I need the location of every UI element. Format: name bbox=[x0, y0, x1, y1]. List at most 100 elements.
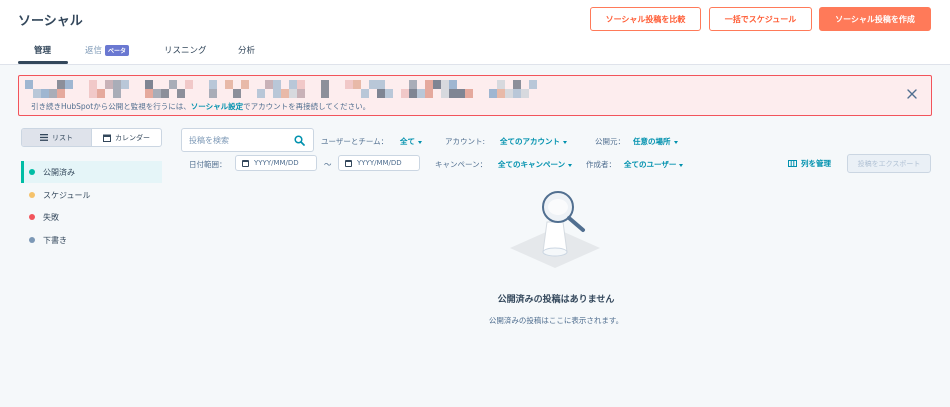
beta-badge: ベータ bbox=[105, 44, 130, 56]
redacted-pixel bbox=[225, 89, 233, 98]
redacted-pixel bbox=[465, 89, 473, 98]
search-input[interactable] bbox=[182, 129, 292, 151]
date-separator: 〜 bbox=[324, 160, 332, 169]
redacted-pixel bbox=[417, 89, 425, 98]
sidebar-item-label: 失敗 bbox=[43, 212, 59, 222]
tab-analytics[interactable]: 分析 bbox=[238, 44, 255, 56]
campaign-filter-label: キャンペーン： bbox=[435, 160, 488, 169]
page-title: ソーシャル bbox=[18, 14, 83, 29]
sidebar-item-failed[interactable]: 失敗 bbox=[21, 206, 162, 228]
redacted-pixel bbox=[433, 89, 441, 98]
list-view-button[interactable]: リスト bbox=[22, 129, 91, 146]
manage-columns-button[interactable]: 列を管理 bbox=[788, 158, 831, 169]
bulk-schedule-button[interactable]: 一括でスケジュール bbox=[709, 7, 812, 31]
redacted-pixel bbox=[385, 80, 393, 89]
search-box bbox=[181, 128, 314, 152]
columns-icon bbox=[788, 160, 797, 167]
sidebar-item-scheduled[interactable]: スケジュール bbox=[21, 184, 162, 206]
create-post-button[interactable]: ソーシャル投稿を作成 bbox=[819, 7, 931, 31]
tab-replies-label: 返信 bbox=[85, 46, 103, 56]
social-settings-link[interactable]: ソーシャル設定 bbox=[191, 102, 243, 111]
redacted-pixel bbox=[377, 89, 385, 98]
redacted-pixel bbox=[305, 89, 313, 98]
users-filter-dropdown[interactable]: 全て bbox=[400, 136, 422, 147]
account-filter-label: アカウント: bbox=[445, 137, 486, 146]
redacted-pixel bbox=[281, 89, 289, 98]
publish-filter-value: 任意の場所 bbox=[633, 137, 671, 146]
users-filter-label: ユーザーとチーム： bbox=[321, 137, 389, 146]
redacted-pixel bbox=[329, 89, 337, 98]
tab-replies[interactable]: 返信 ベータ bbox=[85, 44, 130, 56]
redacted-pixel bbox=[489, 89, 497, 98]
export-posts-button[interactable]: 投稿をエクスポート bbox=[847, 154, 931, 173]
chevron-down-icon bbox=[563, 140, 567, 144]
redacted-pixel bbox=[425, 80, 433, 89]
redacted-pixel bbox=[289, 80, 297, 89]
redacted-pixel bbox=[145, 89, 153, 98]
redacted-pixel bbox=[353, 89, 361, 98]
manage-columns-label: 列を管理 bbox=[801, 159, 831, 168]
redacted-pixel bbox=[417, 80, 425, 89]
account-filter-dropdown[interactable]: 全てのアカウント bbox=[500, 136, 567, 147]
campaign-filter-dropdown[interactable]: 全てのキャンペーン bbox=[498, 159, 573, 170]
redacted-pixel bbox=[345, 80, 353, 89]
redacted-pixel bbox=[105, 89, 113, 98]
redacted-pixel bbox=[409, 80, 417, 89]
tab-listening[interactable]: リスニング bbox=[164, 44, 207, 56]
redacted-pixel bbox=[465, 80, 473, 89]
publish-filter-dropdown[interactable]: 任意の場所 bbox=[633, 136, 678, 147]
redacted-pixel bbox=[369, 89, 377, 98]
calendar-icon bbox=[103, 134, 111, 142]
sidebar-item-drafts[interactable]: 下書き bbox=[21, 229, 162, 251]
search-icon[interactable] bbox=[294, 135, 305, 146]
redacted-pixel bbox=[449, 80, 457, 89]
redacted-pixel bbox=[81, 89, 89, 98]
chevron-down-icon bbox=[418, 140, 422, 144]
redacted-pixel bbox=[473, 89, 481, 98]
redacted-pixel bbox=[169, 80, 177, 89]
redacted-pixel bbox=[265, 89, 273, 98]
close-icon[interactable] bbox=[906, 88, 918, 100]
redacted-pixel bbox=[129, 89, 137, 98]
redacted-pixel bbox=[177, 89, 185, 98]
tab-manage-label: 管理 bbox=[34, 46, 52, 56]
redacted-pixel bbox=[521, 80, 529, 89]
calendar-view-button[interactable]: カレンダー bbox=[91, 129, 161, 146]
chevron-down-icon bbox=[673, 140, 678, 144]
redacted-pixel bbox=[329, 80, 337, 89]
reconnect-alert-banner: 引き続きHubSpotから公開と監視を行うには、ソーシャル設定でアカウントを再接… bbox=[18, 75, 932, 116]
sidebar-item-label: スケジュール bbox=[43, 190, 91, 200]
date-from-value: YYYY/MM/DD bbox=[254, 159, 299, 167]
sidebar-item-published[interactable]: 公開済み bbox=[21, 161, 162, 183]
redacted-pixel bbox=[473, 80, 481, 89]
redacted-pixel bbox=[41, 89, 49, 98]
redacted-pixel bbox=[145, 80, 153, 89]
redacted-pixel bbox=[345, 89, 353, 98]
creator-filter-label: 作成者： bbox=[586, 160, 616, 169]
redacted-pixel bbox=[321, 89, 329, 98]
date-to-input[interactable]: YYYY/MM/DD bbox=[338, 155, 420, 171]
redacted-pixel bbox=[505, 89, 513, 98]
redacted-pixel bbox=[297, 80, 305, 89]
date-from-input[interactable]: YYYY/MM/DD bbox=[235, 155, 317, 171]
redacted-pixel bbox=[481, 89, 489, 98]
redacted-pixel bbox=[185, 80, 193, 89]
redacted-pixel bbox=[313, 80, 321, 89]
tab-listening-label: リスニング bbox=[164, 46, 207, 56]
redacted-pixel bbox=[369, 80, 377, 89]
redacted-pixel bbox=[201, 89, 209, 98]
redacted-pixel bbox=[33, 80, 41, 89]
calendar-icon bbox=[345, 159, 352, 167]
status-dot-icon bbox=[29, 192, 35, 198]
compare-posts-button[interactable]: ソーシャル投稿を比較 bbox=[590, 7, 701, 31]
redacted-pixel bbox=[217, 80, 225, 89]
redacted-pixel bbox=[65, 89, 73, 98]
redacted-account-pixels bbox=[25, 80, 537, 98]
redacted-pixel bbox=[441, 89, 449, 98]
redacted-pixel bbox=[265, 80, 273, 89]
creator-filter-dropdown[interactable]: 全てのユーザー bbox=[624, 159, 684, 170]
status-dot-icon bbox=[29, 214, 35, 220]
creator-filter-value: 全てのユーザー bbox=[624, 160, 677, 169]
tab-manage[interactable]: 管理 bbox=[34, 44, 51, 56]
list-icon bbox=[40, 134, 48, 141]
